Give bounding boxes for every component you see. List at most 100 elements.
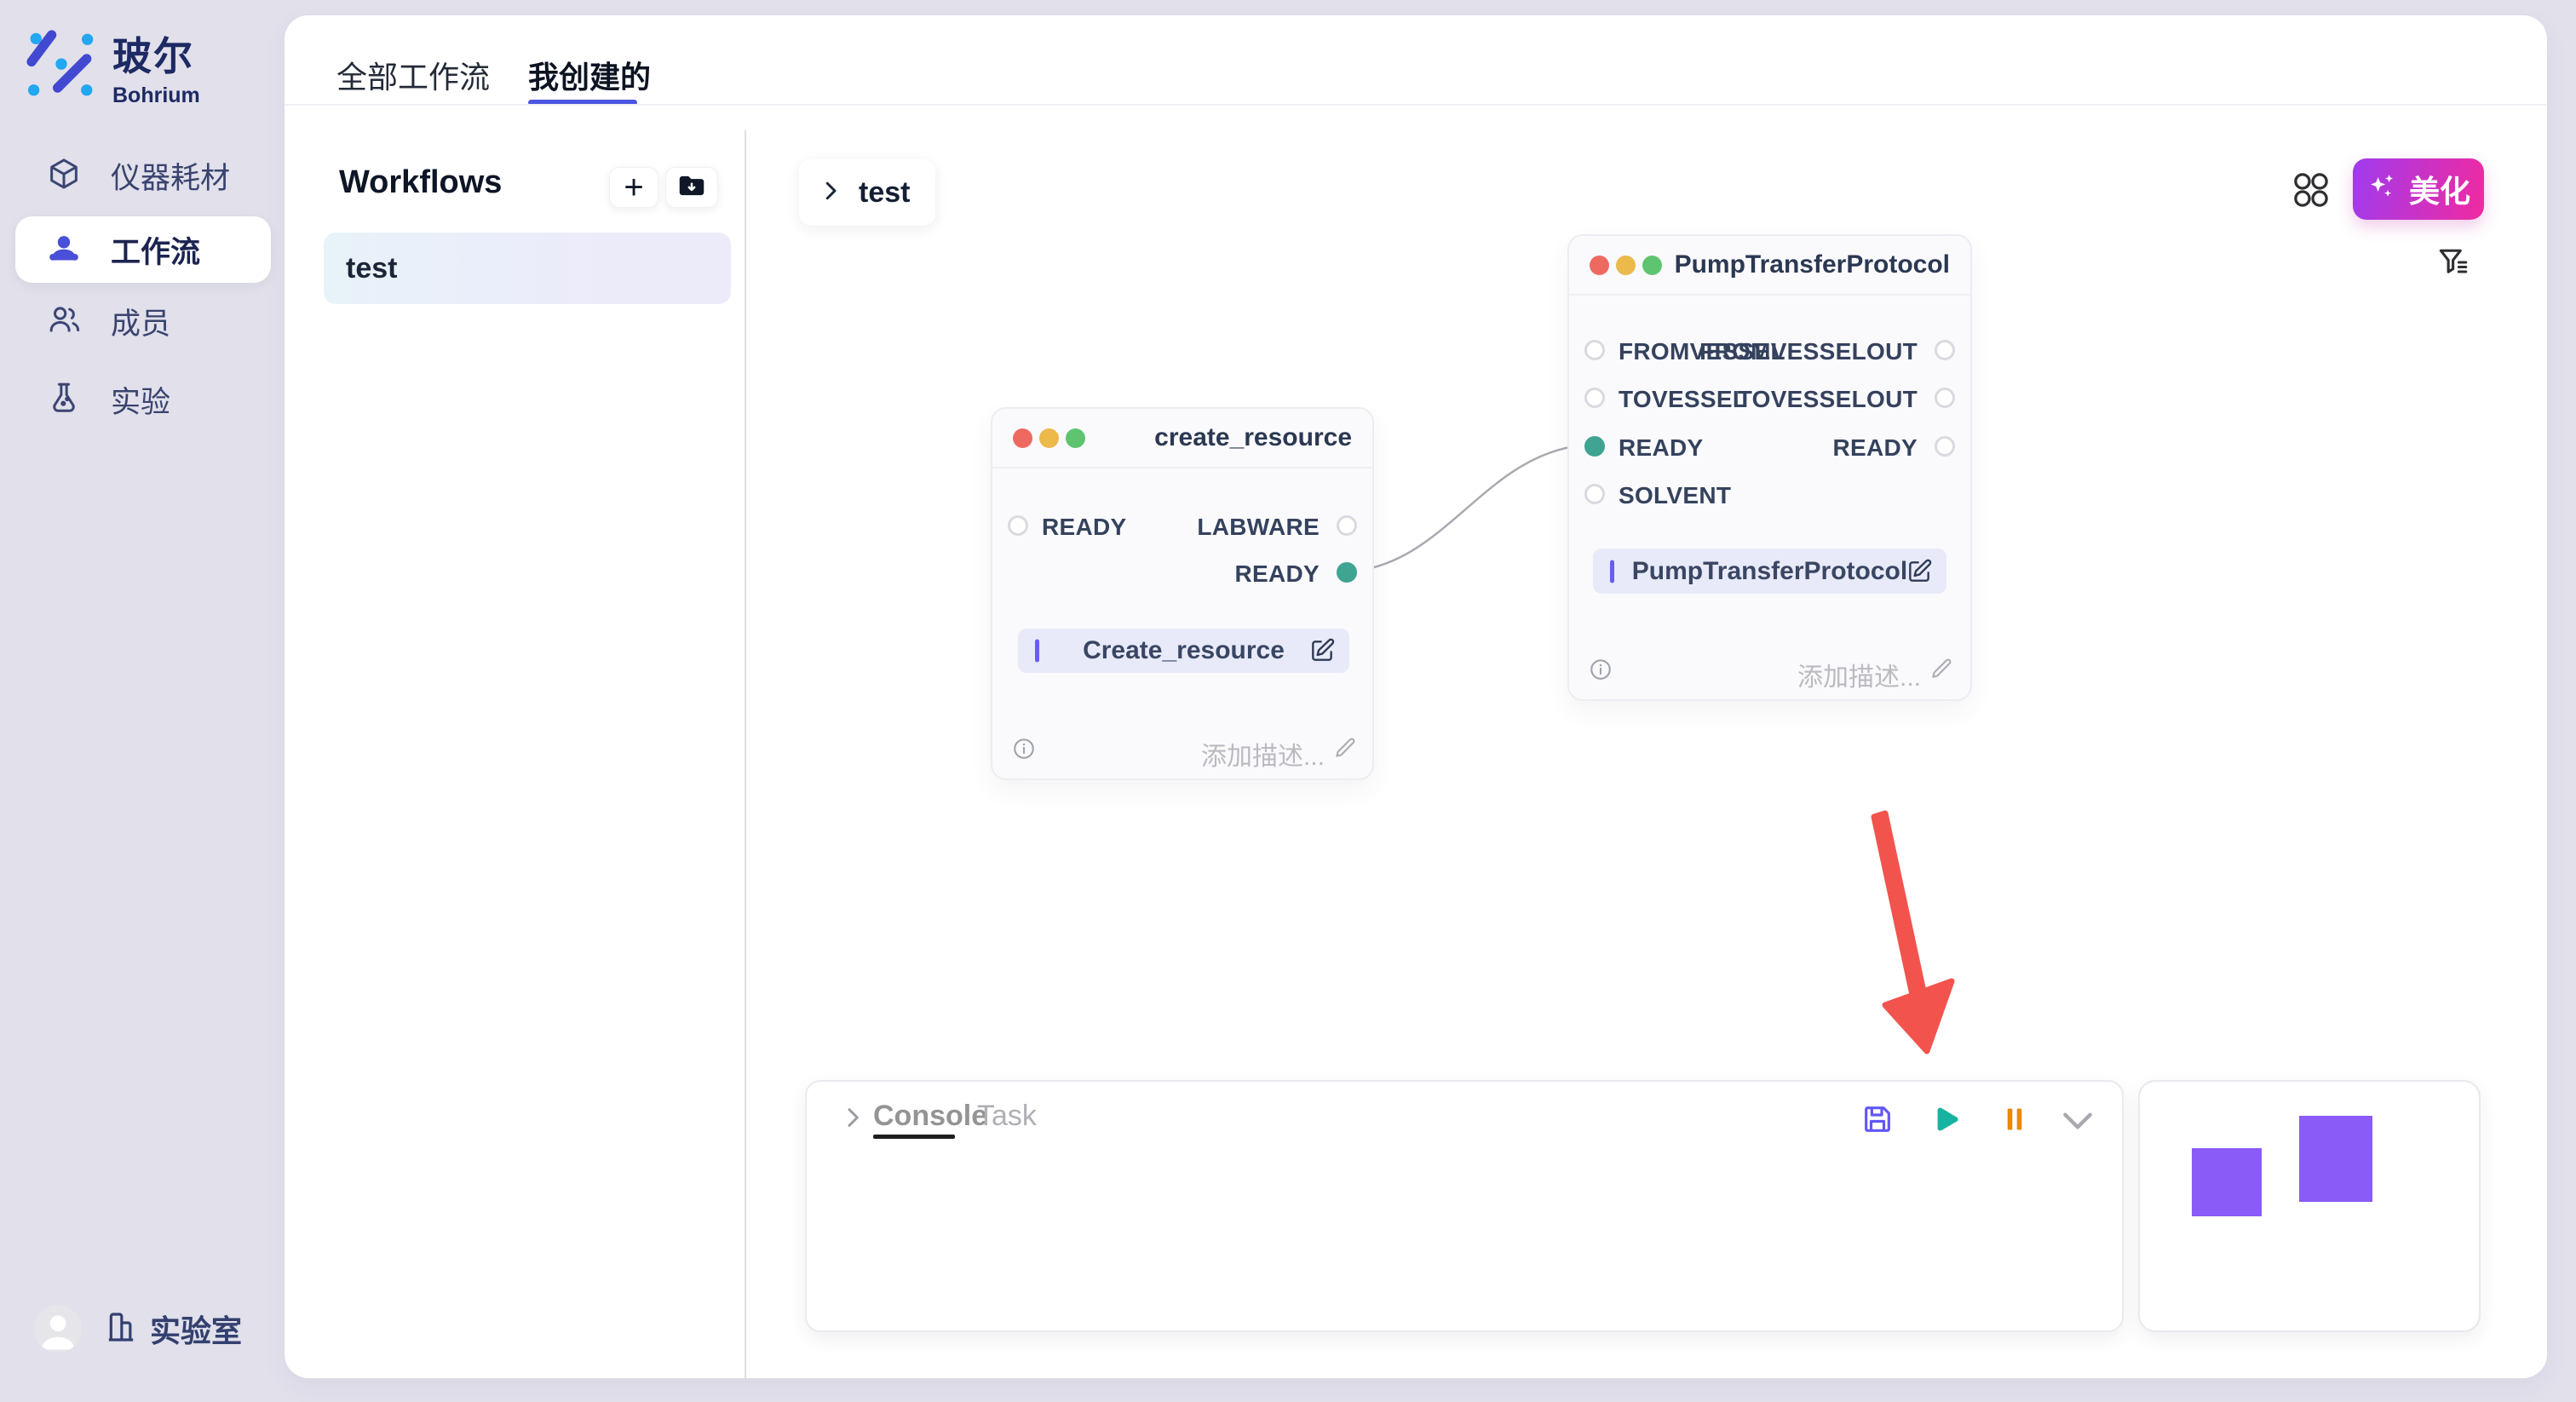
save-button[interactable]	[1860, 1102, 1895, 1136]
description-placeholder[interactable]: 添加描述...	[1797, 656, 1921, 693]
info-icon[interactable]	[1588, 657, 1613, 682]
workflow-icon	[46, 230, 82, 270]
building-icon	[104, 1310, 138, 1348]
command-palette-button[interactable]	[2291, 170, 2331, 210]
pill-accent-bar	[1035, 640, 1039, 663]
filter-icon	[2435, 244, 2472, 281]
info-icon[interactable]	[1011, 736, 1037, 761]
pill-accent-bar	[1610, 560, 1614, 583]
minimap-node-pump-transfer	[2299, 1116, 2372, 1202]
node-title: PumpTransferProtocol	[1675, 250, 1950, 279]
beautify-button[interactable]: 美化	[2353, 158, 2484, 220]
edit-square-icon[interactable]	[1906, 558, 1933, 585]
node-create-resource[interactable]: create_resource READY LABWARE READY Crea…	[991, 407, 1374, 780]
members-icon	[46, 302, 82, 342]
filter-button[interactable]	[2435, 244, 2472, 281]
traffic-yellow-dot[interactable]	[1616, 256, 1636, 275]
node-pump-transfer-protocol[interactable]: PumpTransferProtocol FROMVESSEL FROMVESS…	[1567, 234, 1972, 701]
brand-subtitle: Bohrium	[112, 83, 200, 108]
edit-square-icon[interactable]	[1308, 637, 1336, 664]
folder-download-icon	[676, 170, 708, 206]
node-action-pill[interactable]: PumpTransferProtocol	[1593, 549, 1946, 594]
port-out-tovesselout[interactable]	[1935, 388, 1955, 408]
console-panel: Console Task	[805, 1080, 2124, 1332]
sidebar-item-experiments[interactable]: 实验	[15, 366, 271, 433]
brand: 玻尔 Bohrium	[26, 26, 200, 108]
port-out-fromvesselout[interactable]	[1935, 340, 1955, 360]
plus-icon: +	[624, 170, 643, 204]
beautify-label: 美化	[2409, 167, 2470, 211]
description-placeholder[interactable]: 添加描述...	[1201, 735, 1325, 773]
port-label: READY	[1234, 560, 1320, 588]
port-in-ready-connected[interactable]	[1584, 436, 1605, 457]
play-icon	[1927, 1102, 1961, 1136]
breadcrumb-label: test	[859, 176, 910, 210]
avatar[interactable]	[34, 1305, 82, 1353]
sidebar-item-label: 仪器耗材	[111, 154, 230, 198]
panel-divider	[745, 130, 746, 1378]
chevron-down-icon	[2059, 1107, 2096, 1135]
port-out-ready-connected[interactable]	[1337, 562, 1357, 583]
sparkles-icon	[2366, 171, 2399, 208]
breadcrumb[interactable]: test	[799, 159, 935, 226]
add-workflow-button[interactable]: +	[609, 167, 658, 208]
pencil-icon[interactable]	[1333, 734, 1359, 760]
pause-button[interactable]	[1998, 1102, 2032, 1136]
tab-console[interactable]: Console	[873, 1100, 987, 1133]
lab-switcher[interactable]: 实验室	[104, 1307, 242, 1351]
port-label: READY	[1042, 514, 1127, 541]
traffic-green-dot[interactable]	[1642, 256, 1662, 275]
experiment-icon	[46, 380, 82, 420]
sidebar-item-label: 成员	[111, 300, 170, 343]
port-label: READY	[1619, 434, 1704, 462]
page-root: 玻尔 Bohrium 仪器耗材 工作流	[0, 0, 2576, 1402]
port-in-fromvessel[interactable]	[1584, 340, 1605, 360]
port-label: LABWARE	[1197, 514, 1320, 541]
sidebar: 玻尔 Bohrium 仪器耗材 工作流	[0, 0, 285, 1402]
minimize-console-button[interactable]	[2059, 1107, 2093, 1141]
port-out-ready[interactable]	[1935, 436, 1955, 457]
minimap[interactable]	[2138, 1080, 2481, 1332]
bohrium-logo-icon	[26, 29, 97, 105]
minimap-node-create-resource	[2192, 1148, 2262, 1216]
traffic-yellow-dot[interactable]	[1039, 428, 1059, 448]
workflow-list-item-test[interactable]: test	[324, 233, 731, 304]
node-header: create_resource	[992, 409, 1372, 468]
command-icon	[2291, 170, 2331, 210]
pill-label: PumpTransferProtocol	[1593, 557, 1946, 586]
traffic-green-dot[interactable]	[1066, 428, 1085, 448]
run-button[interactable]	[1927, 1102, 1961, 1136]
sidebar-item-members[interactable]: 成员	[15, 288, 271, 354]
node-title: create_resource	[1154, 423, 1352, 452]
brand-title: 玻尔	[112, 26, 200, 82]
save-icon	[1860, 1102, 1895, 1136]
sidebar-item-workflows[interactable]: 工作流	[15, 216, 271, 283]
sidebar-item-instruments[interactable]: 仪器耗材	[15, 142, 271, 209]
traffic-red-dot[interactable]	[1590, 256, 1609, 275]
workflows-panel-title: Workflows	[339, 164, 502, 201]
port-in-ready[interactable]	[1008, 515, 1028, 536]
sidebar-footer: 实验室	[34, 1305, 242, 1353]
port-label: TOVESSEL	[1619, 386, 1747, 413]
node-action-pill[interactable]: Create_resource	[1018, 629, 1349, 673]
sidebar-item-label: 工作流	[111, 228, 200, 272]
port-label: READY	[1832, 434, 1918, 462]
pause-icon	[1998, 1102, 2032, 1136]
port-out-labware[interactable]	[1337, 515, 1357, 536]
node-header: PumpTransferProtocol	[1569, 236, 1970, 296]
console-tab-underline	[873, 1135, 955, 1139]
tabbar-divider	[285, 104, 2547, 106]
port-in-solvent[interactable]	[1584, 484, 1605, 504]
box-icon	[46, 156, 82, 196]
sidebar-item-label: 实验	[111, 378, 170, 422]
tab-task[interactable]: Task	[977, 1100, 1037, 1133]
chevron-right-icon	[818, 178, 843, 208]
console-collapse-chevron-icon[interactable]	[839, 1104, 866, 1131]
tab-my-created[interactable]: 我创建的	[528, 53, 651, 97]
pencil-icon[interactable]	[1929, 655, 1955, 681]
port-label: FROMVESSELOUT	[1699, 338, 1918, 365]
port-in-tovessel[interactable]	[1584, 388, 1605, 408]
tab-all-workflows[interactable]: 全部工作流	[336, 53, 490, 97]
import-workflow-button[interactable]	[665, 167, 718, 208]
traffic-red-dot[interactable]	[1013, 428, 1032, 448]
